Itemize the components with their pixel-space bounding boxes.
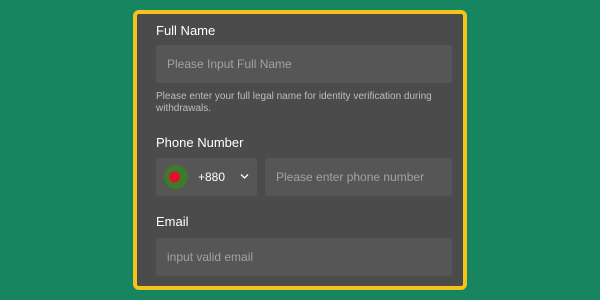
country-code-select[interactable]: +880 [156, 158, 257, 196]
phone-number-field[interactable] [265, 158, 452, 196]
registration-form-panel: Full Name Please enter your full legal n… [133, 10, 467, 290]
email-label: Email [156, 214, 189, 229]
full-name-hint: Please enter your full legal name for id… [156, 91, 432, 114]
phone-number-input[interactable] [265, 158, 452, 196]
full-name-input[interactable] [156, 45, 452, 83]
phone-number-label: Phone Number [156, 135, 244, 150]
email-input[interactable] [156, 238, 452, 276]
country-code-value: +880 [198, 170, 226, 184]
email-field[interactable] [156, 238, 452, 276]
bangladesh-flag-icon [164, 165, 188, 189]
full-name-label: Full Name [156, 23, 216, 38]
full-name-field[interactable] [156, 45, 452, 83]
chevron-down-icon [240, 174, 249, 179]
